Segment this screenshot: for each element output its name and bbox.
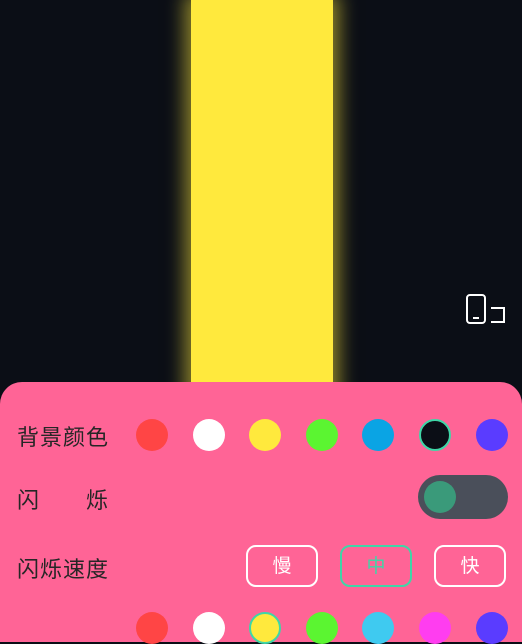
flash-toggle-knob xyxy=(424,481,456,513)
background-color-swatch[interactable] xyxy=(419,419,451,451)
rotate-screen-button[interactable] xyxy=(464,294,508,326)
light-color-swatch[interactable] xyxy=(419,612,451,644)
light-screen xyxy=(0,0,522,400)
light-color-swatch[interactable] xyxy=(362,612,394,644)
light-bar xyxy=(191,0,333,400)
flash-toggle[interactable] xyxy=(418,475,508,519)
background-color-label: 背景颜色 xyxy=(17,426,110,451)
speed-medium-button[interactable]: 中 xyxy=(340,545,412,587)
background-color-swatch[interactable] xyxy=(476,419,508,451)
light-color-swatch[interactable] xyxy=(306,612,338,644)
rotate-screen-icon xyxy=(466,294,505,324)
light-color-swatch[interactable] xyxy=(476,612,508,644)
speed-slow-button[interactable]: 慢 xyxy=(246,545,318,587)
speed-fast-button[interactable]: 快 xyxy=(434,545,506,587)
light-color-swatch[interactable] xyxy=(193,612,225,644)
background-color-swatch[interactable] xyxy=(306,419,338,451)
background-color-swatch[interactable] xyxy=(249,419,281,451)
flash-speed-label: 闪烁速度 xyxy=(17,558,110,583)
flash-label: 闪 烁 xyxy=(17,489,110,514)
background-color-swatch[interactable] xyxy=(136,419,168,451)
light-color-swatch[interactable] xyxy=(136,612,168,644)
background-color-swatch[interactable] xyxy=(193,419,225,451)
light-color-swatch[interactable] xyxy=(249,612,281,644)
background-color-swatch[interactable] xyxy=(362,419,394,451)
